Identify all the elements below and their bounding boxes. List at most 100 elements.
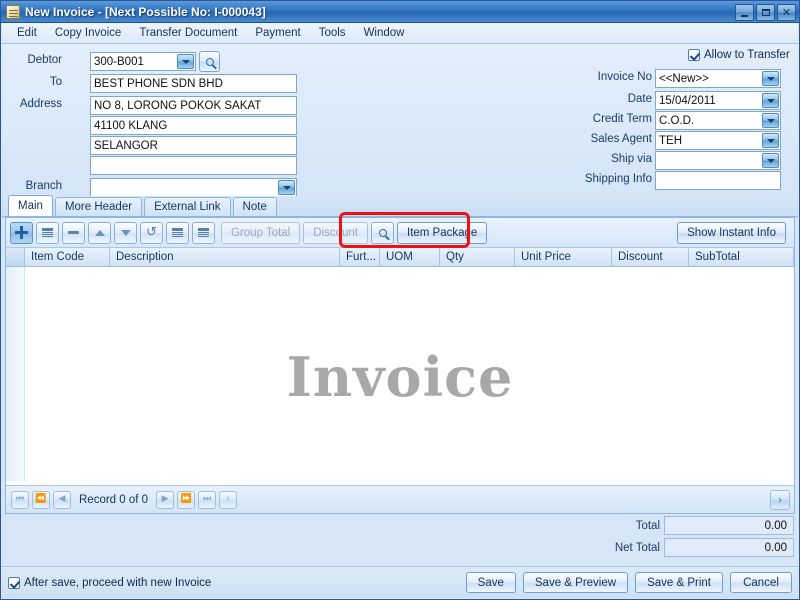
nav-next-page-button[interactable]: ⏩ — [177, 490, 196, 509]
chevron-down-icon[interactable] — [762, 133, 779, 148]
detail-view-button[interactable] — [166, 221, 189, 244]
address-line2-input[interactable]: 41100 KLANG — [90, 116, 297, 135]
nav-prev-button[interactable]: ◀ — [53, 490, 71, 509]
save-button[interactable]: Save — [465, 572, 516, 593]
tab-note[interactable]: Note — [232, 197, 277, 216]
address-label: Address — [19, 98, 62, 110]
cancel-button[interactable]: Cancel — [730, 572, 792, 593]
close-icon: ✕ — [781, 6, 792, 19]
menu-item-payment[interactable]: Payment — [246, 24, 309, 42]
insert-row-button[interactable] — [36, 221, 59, 244]
grid-header-uom[interactable]: UOM — [380, 248, 440, 266]
grid-header-further[interactable]: Furt... — [340, 248, 380, 266]
move-up-button[interactable] — [88, 221, 111, 244]
shipping-info-input[interactable] — [655, 171, 781, 190]
invoice-document-icon — [6, 4, 20, 19]
chevron-down-icon[interactable] — [177, 54, 194, 69]
address-line3-input[interactable]: SELANGOR — [90, 136, 297, 155]
address-line1-input[interactable]: NO 8, LORONG POKOK SAKAT — [90, 96, 297, 115]
proceed-new-invoice-checkbox[interactable] — [8, 576, 20, 589]
chevron-down-icon[interactable] — [762, 71, 779, 86]
delete-row-button[interactable] — [62, 221, 85, 244]
total-value: 0.00 — [664, 516, 794, 535]
menu-item-copy-invoice[interactable]: Copy Invoice — [46, 24, 130, 42]
window-title: New Invoice - [Next Possible No: I-00004… — [25, 4, 266, 19]
discount-button[interactable]: Discount — [303, 221, 368, 244]
undo-button[interactable]: ↺ — [140, 221, 163, 244]
date-input[interactable]: 15/04/2011 — [655, 91, 781, 110]
grid-toolbar: ↺ Group Total Discount Item Package Show… — [6, 212, 794, 248]
proceed-new-invoice-row[interactable]: After save, proceed with new Invoice — [8, 576, 211, 589]
debtor-input[interactable]: 300-B001 — [90, 52, 196, 71]
total-row: Total 0.00 — [494, 516, 794, 535]
nav-next-button[interactable]: ▶ — [156, 490, 175, 509]
to-label: To — [49, 76, 62, 88]
debtor-lookup-button[interactable] — [199, 51, 220, 72]
minimize-icon — [741, 14, 748, 17]
grid-search-button[interactable] — [371, 221, 394, 244]
debtor-label: Debtor — [27, 54, 62, 66]
chevron-down-icon[interactable] — [762, 93, 779, 108]
tab-main[interactable]: Main — [8, 195, 53, 216]
add-row-button[interactable] — [10, 221, 33, 244]
tab-more-header[interactable]: More Header — [54, 197, 143, 216]
ship-via-input[interactable] — [655, 151, 781, 170]
totals-panel: Total 0.00 Net Total 0.00 — [494, 516, 794, 560]
title-bar: New Invoice - [Next Possible No: I-00004… — [1, 1, 799, 23]
total-label: Total — [635, 519, 660, 532]
allow-to-transfer-label: Allow to Transfer — [704, 49, 790, 61]
menu-item-tools[interactable]: Tools — [310, 24, 355, 42]
net-total-label: Net Total — [614, 541, 660, 554]
nav-expand-button[interactable]: › — [770, 489, 790, 510]
arrow-down-icon — [120, 229, 131, 236]
menu-item-window[interactable]: Window — [355, 24, 414, 42]
grid-header-discount[interactable]: Discount — [612, 248, 689, 266]
allow-to-transfer-checkbox[interactable] — [688, 49, 700, 61]
menu-bar: Edit Copy Invoice Transfer Document Paym… — [2, 23, 798, 44]
menu-item-edit[interactable]: Edit — [8, 24, 46, 42]
nav-first-button[interactable]: ⏮ — [11, 490, 29, 509]
show-instant-info-button[interactable]: Show Instant Info — [677, 221, 786, 244]
move-down-button[interactable] — [114, 221, 137, 244]
grid-body[interactable]: Invoice — [6, 267, 794, 481]
undo-arrow-icon: ↺ — [146, 225, 157, 240]
nav-prev-page-button[interactable]: ⏪ — [32, 490, 50, 509]
address-line3-value: SELANGOR — [94, 139, 158, 152]
close-button[interactable]: ✕ — [777, 4, 796, 21]
grid-header-unit-price[interactable]: Unit Price — [515, 248, 612, 266]
invoice-no-input[interactable]: <<New>> — [655, 69, 781, 88]
nav-collapse-button[interactable]: ‹ — [219, 490, 238, 509]
group-total-button[interactable]: Group Total — [221, 221, 301, 244]
save-print-button[interactable]: Save & Print — [635, 572, 723, 593]
to-value: BEST PHONE SDN BHD — [94, 77, 223, 90]
insert-line-icon — [42, 228, 53, 237]
nav-last-button[interactable]: ⏭ — [198, 490, 217, 509]
item-package-button[interactable]: Item Package — [397, 221, 488, 244]
chevron-down-icon[interactable] — [762, 113, 779, 128]
maximize-button[interactable] — [756, 4, 775, 21]
menu-item-transfer-document[interactable]: Transfer Document — [130, 24, 246, 42]
credit-term-input[interactable]: C.O.D. — [655, 111, 781, 130]
grid-header-subtotal[interactable]: SubTotal — [689, 248, 794, 266]
sales-agent-input[interactable]: TEH — [655, 131, 781, 150]
grid-header-index — [6, 248, 25, 266]
date-value: 15/04/2011 — [659, 94, 716, 107]
chevron-down-icon[interactable] — [762, 153, 779, 168]
tab-external-link[interactable]: External Link — [144, 197, 231, 216]
to-input[interactable]: BEST PHONE SDN BHD — [90, 74, 297, 93]
grid-header-item-code[interactable]: Item Code — [25, 248, 110, 266]
footer-bar: After save, proceed with new Invoice Sav… — [2, 566, 798, 598]
grid-header-qty[interactable]: Qty — [440, 248, 515, 266]
allow-to-transfer-row[interactable]: Allow to Transfer — [688, 49, 790, 61]
shipping-info-label: Shipping Info — [584, 173, 652, 185]
address-line4-input[interactable] — [90, 156, 297, 175]
grid-header-description[interactable]: Description — [110, 248, 340, 266]
branch-input[interactable] — [90, 178, 297, 197]
invoice-no-value: <<New>> — [659, 72, 709, 85]
maximize-icon — [761, 9, 770, 16]
invoice-window: New Invoice - [Next Possible No: I-00004… — [0, 0, 800, 600]
save-preview-button[interactable]: Save & Preview — [522, 572, 629, 593]
minimize-button[interactable] — [735, 4, 754, 21]
column-view-button[interactable] — [192, 221, 215, 244]
chevron-down-icon[interactable] — [278, 180, 295, 195]
